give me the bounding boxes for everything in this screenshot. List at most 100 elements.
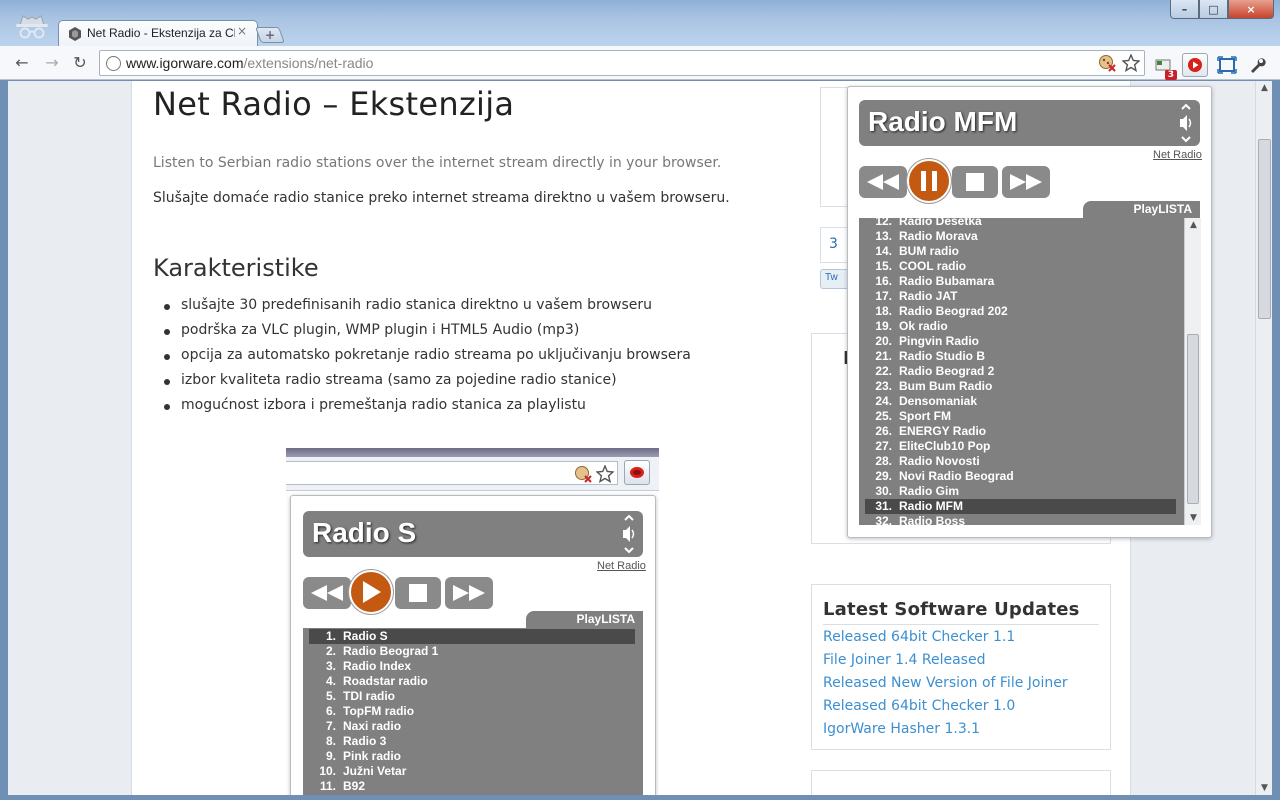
playlist-item-name: Naxi radio <box>343 719 402 733</box>
playlist-item-name: Radio Morava <box>899 229 978 243</box>
station-bar: Radio MFM <box>859 100 1200 146</box>
playlist-item[interactable]: 19. Ok radio <box>865 319 1176 334</box>
previous-station-button[interactable] <box>859 166 907 198</box>
playlist-scroll-down-icon[interactable]: ▼ <box>1185 513 1201 523</box>
extension-screenshot: Radio S Net Radio PlayLISTA 11. B92 10. … <box>286 448 659 795</box>
next-station-button[interactable] <box>1002 166 1050 198</box>
wrench-icon <box>1251 58 1266 73</box>
update-link[interactable]: Released 64bit Checker 1.1 <box>823 629 1015 645</box>
settings-wrench-button[interactable] <box>1246 54 1268 76</box>
igorware-favicon-icon <box>69 27 81 41</box>
playlist-item-number: 28. <box>875 454 892 468</box>
playlist-item[interactable]: 31. Radio MFM <box>865 499 1176 514</box>
forward-arrow-icon[interactable]: → <box>42 53 62 73</box>
features-heading: Karakteristike <box>153 254 319 282</box>
screenshot-toolbar <box>286 457 659 491</box>
net-radio-extension-button[interactable] <box>1182 53 1208 77</box>
tweet-button[interactable]: Tw <box>820 269 850 289</box>
playlist-scroll-up-icon[interactable]: ▲ <box>1185 220 1201 230</box>
reload-icon[interactable]: ↻ <box>70 53 90 73</box>
playlist-scrollbar[interactable]: ▲ ▼ <box>1184 218 1201 525</box>
page-scroll-thumb[interactable] <box>1258 139 1271 319</box>
playlist-item[interactable]: 30. Radio Gim <box>865 484 1176 499</box>
mail-checker-extension[interactable]: 3 <box>1152 54 1177 80</box>
playlist-item[interactable]: 29. Novi Radio Beograd <box>865 469 1176 484</box>
page-scrollbar[interactable]: ▲ ▼ <box>1255 81 1272 795</box>
volume-icon[interactable] <box>1178 103 1194 143</box>
playlist-item-name: Radio 3 <box>343 734 387 748</box>
screenshot-radio-button <box>624 460 650 485</box>
playlist-item: 10. Južni Vetar <box>309 764 635 779</box>
playlist-item[interactable]: 25. Sport FM <box>865 409 1176 424</box>
playlist-item[interactable]: 26. ENERGY Radio <box>865 424 1176 439</box>
playlist-item-number: 3. <box>325 659 336 673</box>
playlist-item[interactable]: 14. BUM radio <box>865 244 1176 259</box>
screenshot-brand-link: Net Radio <box>597 560 646 572</box>
browser-tab[interactable]: Net Radio - Ekstenzija za Ch × <box>58 20 258 47</box>
station-playlist[interactable]: 32. Radio Boss 31. Radio MFM 30. Radio Gim 29.… <box>859 218 1201 525</box>
screen-capture-extension[interactable] <box>1216 54 1238 76</box>
playlist-item-name: EliteClub10 Pop <box>899 439 991 453</box>
browser-toolbar: ← → ↻ www.igorware.com/extensions/net-ra… <box>0 46 1280 80</box>
playlist-item-number: 7. <box>325 719 336 733</box>
net-radio-link[interactable]: Net Radio <box>1153 149 1202 161</box>
playlist-item[interactable]: 17. Radio JAT <box>865 289 1176 304</box>
playlist-item-name: Radio JAT <box>899 289 958 303</box>
new-tab-button[interactable]: + <box>255 27 285 43</box>
playlist-item-number: 6. <box>325 704 336 718</box>
scroll-down-arrow-icon[interactable]: ▼ <box>1256 783 1272 793</box>
playlist-item[interactable]: 27. EliteClub10 Pop <box>865 439 1176 454</box>
playlist-item: 11. B92 <box>309 779 635 794</box>
screenshot-playlist-label: PlayLISTA <box>526 611 643 628</box>
play-icon <box>363 581 381 603</box>
playlist-item-name: Radio Beograd 202 <box>899 304 1008 318</box>
playlist-item[interactable]: 16. Radio Bubamara <box>865 274 1176 289</box>
share-count: 3 <box>829 236 838 252</box>
update-link[interactable]: File Joiner 1.4 Released <box>823 652 985 668</box>
update-link[interactable]: Released 64bit Checker 1.0 <box>823 698 1015 714</box>
playlist-item-name: Novi Radio Beograd <box>899 469 1014 483</box>
scroll-up-arrow-icon[interactable]: ▲ <box>1256 83 1272 93</box>
playlist-item[interactable]: 23. Bum Bum Radio <box>865 379 1176 394</box>
playlist-item-number: 9. <box>325 749 336 763</box>
screenshot-station-name: Radio S <box>312 517 417 548</box>
playlist-scroll-thumb[interactable] <box>1187 334 1199 504</box>
rewind-icon <box>867 174 899 190</box>
address-bar[interactable]: www.igorware.com/extensions/net-radio <box>99 50 1145 76</box>
playlist-item-number: 30. <box>875 484 892 498</box>
cookie-blocked-icon[interactable] <box>1098 54 1116 72</box>
bookmark-star-icon[interactable] <box>1122 54 1140 72</box>
playlist-item[interactable]: 28. Radio Novosti <box>865 454 1176 469</box>
playlist-item[interactable]: 12. Radio Desetka <box>865 218 1176 229</box>
playlist-item[interactable]: 32. Radio Boss <box>865 514 1176 525</box>
stop-button[interactable] <box>952 166 998 198</box>
playlist-item-number: 8. <box>325 734 336 748</box>
playlist-item-name: Roadstar radio <box>343 674 428 688</box>
tab-close-icon[interactable]: × <box>237 24 247 38</box>
maximize-button[interactable]: □ <box>1199 0 1228 19</box>
playlist-item[interactable]: 22. Radio Beograd 2 <box>865 364 1176 379</box>
radio-red-icon <box>630 467 644 478</box>
playlist-item-name: Južni Vetar <box>343 764 407 778</box>
playlist-item-number: 17. <box>875 289 892 303</box>
close-window-button[interactable]: × <box>1228 0 1274 19</box>
update-link[interactable]: Released New Version of File Joiner <box>823 675 1068 691</box>
playlist-item[interactable]: 13. Radio Morava <box>865 229 1176 244</box>
fast-forward-icon <box>453 585 485 601</box>
minimize-button[interactable]: – <box>1170 0 1199 19</box>
pause-button[interactable] <box>907 159 951 203</box>
feature-item: slušajte 30 predefinisanih radio stanica… <box>160 297 691 322</box>
latest-updates-title: Latest Software Updates <box>823 599 1080 620</box>
tweet-label: Tw <box>825 272 838 283</box>
playlist-item[interactable]: 21. Radio Studio B <box>865 349 1176 364</box>
pause-icon <box>921 171 937 191</box>
update-link[interactable]: IgorWare Hasher 1.3.1 <box>823 721 980 737</box>
playlist-item[interactable]: 20. Pingvin Radio <box>865 334 1176 349</box>
playlist-item[interactable]: 18. Radio Beograd 202 <box>865 304 1176 319</box>
playlist-item-number: 14. <box>875 244 892 258</box>
lead-serbian: Slušajte domaće radio stanice preko inte… <box>153 190 730 206</box>
back-arrow-icon[interactable]: ← <box>12 53 32 73</box>
playlist-item[interactable]: 24. Densomaniak <box>865 394 1176 409</box>
playlist-item[interactable]: 15. COOL radio <box>865 259 1176 274</box>
feature-item: opcija za automatsko pokretanje radio st… <box>160 347 691 372</box>
